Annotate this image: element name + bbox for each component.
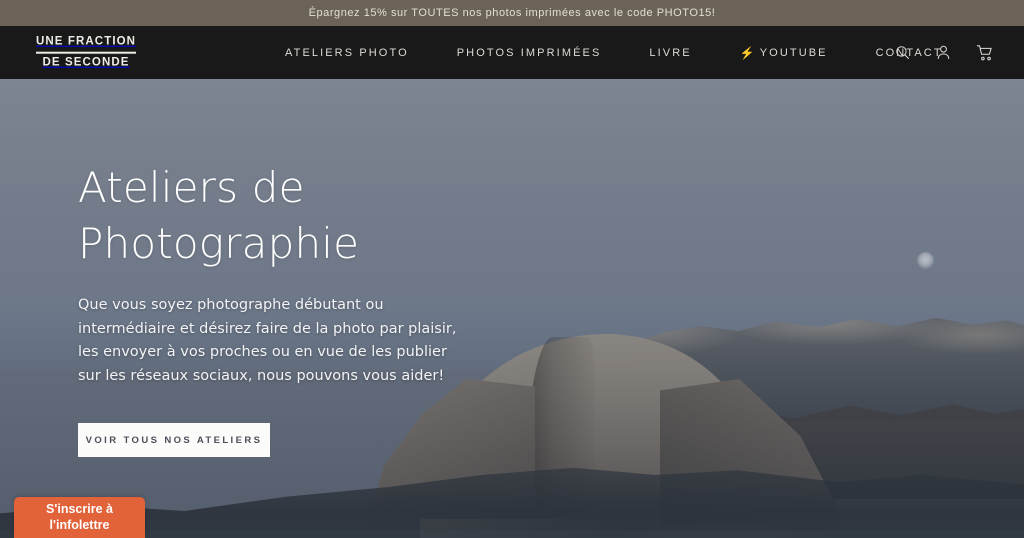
newsletter-line-1: S'inscrire à: [46, 501, 113, 516]
hero-title-line-1: Ateliers de: [78, 162, 305, 212]
nav-label: YOUTUBE: [759, 46, 828, 59]
view-all-workshops-button[interactable]: VOIR TOUS NOS ATELIERS: [78, 423, 270, 458]
hero-title-line-2: Photographie: [78, 219, 360, 269]
account-icon[interactable]: [935, 44, 952, 61]
page-root: Épargnez 15% sur TOUTES nos photos impri…: [0, 0, 1024, 538]
header-icon-group: [894, 44, 994, 62]
announcement-text: Épargnez 15% sur TOUTES nos photos impri…: [308, 7, 716, 19]
nav-label: ATELIERS PHOTO: [285, 46, 409, 59]
newsletter-signup-tab[interactable]: S'inscrire à l'infolettre: [14, 497, 145, 538]
announcement-bar: Épargnez 15% sur TOUTES nos photos impri…: [0, 0, 1024, 26]
nav-item-youtube[interactable]: ⚡ YOUTUBE: [716, 47, 852, 59]
search-icon[interactable]: [894, 44, 911, 61]
hero-paragraph: Que vous soyez photographe débutant ou i…: [78, 297, 457, 384]
cart-icon[interactable]: [976, 44, 994, 62]
site-header: UNE FRACTION DE SECONDE ATELIERS PHOTO P…: [0, 26, 1024, 79]
logo-line-1: UNE FRACTION: [36, 35, 137, 48]
hero-section: Ateliers de Photographie Que vous soyez …: [0, 79, 1024, 538]
lightning-bolt-icon: ⚡: [739, 45, 757, 60]
nav-item-livre[interactable]: LIVRE: [625, 47, 715, 59]
nav-label: LIVRE: [649, 46, 692, 59]
main-navigation: ATELIERS PHOTO PHOTOS IMPRIMÉES LIVRE ⚡ …: [285, 47, 967, 59]
nav-item-photos-imprimees[interactable]: PHOTOS IMPRIMÉES: [433, 47, 626, 59]
logo-line-2: DE SECONDE: [42, 56, 130, 69]
hero-title: Ateliers de Photographie: [78, 160, 548, 273]
nav-item-ateliers-photo[interactable]: ATELIERS PHOTO: [285, 47, 433, 59]
site-logo[interactable]: UNE FRACTION DE SECONDE: [36, 35, 137, 69]
hero-content: Ateliers de Photographie Que vous soyez …: [78, 79, 548, 538]
newsletter-line-2: l'infolettre: [49, 518, 110, 532]
logo-divider: [36, 51, 137, 54]
nav-label: PHOTOS IMPRIMÉES: [456, 46, 602, 59]
